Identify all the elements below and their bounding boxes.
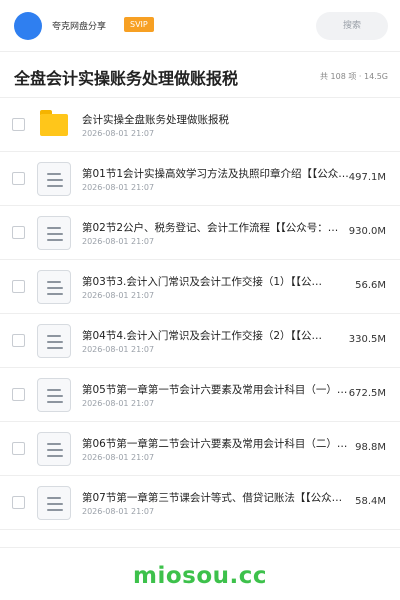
file-size: 58.4M — [355, 496, 386, 507]
watermark: miosou.cc — [132, 563, 268, 589]
file-name: 第01节1会计实操高效学习方法及执照印章介绍【【公众号：… — [82, 168, 350, 180]
list-item[interactable]: 第03节3.会计入门常识及会计工作交接（1）【【公… 2026-08-01 21… — [0, 260, 400, 314]
file-date: 2026-08-01 21:07 — [82, 345, 155, 354]
file-size: 330.5M — [348, 334, 386, 345]
document-icon — [37, 270, 71, 304]
document-icon — [37, 378, 71, 412]
file-name: 第03节3.会计入门常识及会计工作交接（1）【【公… — [82, 276, 323, 288]
folder-icon — [37, 108, 71, 142]
file-name: 第04节4.会计入门常识及会计工作交接（2）【【公… — [82, 330, 323, 342]
document-icon — [37, 486, 71, 520]
list-item[interactable]: 第01节1会计实操高效学习方法及执照印章介绍【【公众号：… 2026-08-01… — [0, 152, 400, 206]
file-list: 会计实操全盘账务处理做账报税 2026-08-01 21:07 第01节1会计实… — [0, 98, 400, 530]
file-date: 2026-08-01 21:07 — [82, 507, 155, 516]
file-date: 2026-08-01 21:07 — [82, 183, 155, 192]
file-size: 497.1M — [348, 172, 386, 183]
file-name: 第05节第一章第一节会计六要素及常用会计科目（一）… — [82, 384, 348, 396]
file-date: 2026-08-01 21:07 — [82, 399, 155, 408]
file-size: 672.5M — [348, 388, 386, 399]
svip-badge: SVIP — [124, 17, 154, 32]
list-item[interactable]: 第04节4.会计入门常识及会计工作交接（2）【【公… 2026-08-01 21… — [0, 314, 400, 368]
list-item[interactable]: 第02节2公户、税务登记、会计工作流程【【公众号：… 2026-08-01 21… — [0, 206, 400, 260]
row-checkbox[interactable] — [12, 172, 25, 185]
row-checkbox[interactable] — [12, 226, 25, 239]
list-item[interactable]: 会计实操全盘账务处理做账报税 2026-08-01 21:07 — [0, 98, 400, 152]
row-checkbox[interactable] — [12, 334, 25, 347]
file-date: 2026-08-01 21:07 — [82, 291, 155, 300]
row-checkbox[interactable] — [12, 118, 25, 131]
list-item[interactable]: 第06节第一章第二节会计六要素及常用会计科目（二）… 2026-08-01 21… — [0, 422, 400, 476]
list-item[interactable]: 第05节第一章第一节会计六要素及常用会计科目（一）… 2026-08-01 21… — [0, 368, 400, 422]
top-bar: 夸克网盘分享 SVIP 搜索 — [0, 0, 400, 52]
file-name: 第02节2公户、税务登记、会计工作流程【【公众号：… — [82, 222, 339, 234]
list-item[interactable]: 第07节第一章第三节课会计等式、借贷记账法【【公众… 2026-08-01 21… — [0, 476, 400, 530]
brand-label: 夸克网盘分享 — [52, 22, 107, 32]
row-checkbox[interactable] — [12, 442, 25, 455]
document-icon — [37, 162, 71, 196]
row-checkbox[interactable] — [12, 388, 25, 401]
page-title: 全盘会计实操账务处理做账报税 — [14, 69, 239, 88]
file-name: 第06节第一章第二节会计六要素及常用会计科目（二）… — [82, 438, 348, 450]
file-size: 56.6M — [355, 280, 386, 291]
avatar[interactable] — [14, 12, 42, 40]
file-date: 2026-08-01 21:07 — [82, 129, 155, 138]
item-count: 共 108 项 · 14.5G — [320, 72, 388, 81]
row-checkbox[interactable] — [12, 280, 25, 293]
file-date: 2026-08-01 21:07 — [82, 453, 155, 462]
document-icon — [37, 432, 71, 466]
file-size: 930.0M — [348, 226, 386, 237]
document-icon — [37, 216, 71, 250]
document-icon — [37, 324, 71, 358]
file-size: 98.8M — [355, 442, 386, 453]
row-checkbox[interactable] — [12, 496, 25, 509]
search-input[interactable]: 搜索 — [316, 12, 388, 40]
title-bar: 全盘会计实操账务处理做账报税 共 108 项 · 14.5G — [0, 52, 400, 98]
file-name: 第07节第一章第三节课会计等式、借贷记账法【【公众… — [82, 492, 343, 504]
divider — [0, 547, 400, 548]
file-date: 2026-08-01 21:07 — [82, 237, 155, 246]
file-name: 会计实操全盘账务处理做账报税 — [82, 114, 229, 126]
